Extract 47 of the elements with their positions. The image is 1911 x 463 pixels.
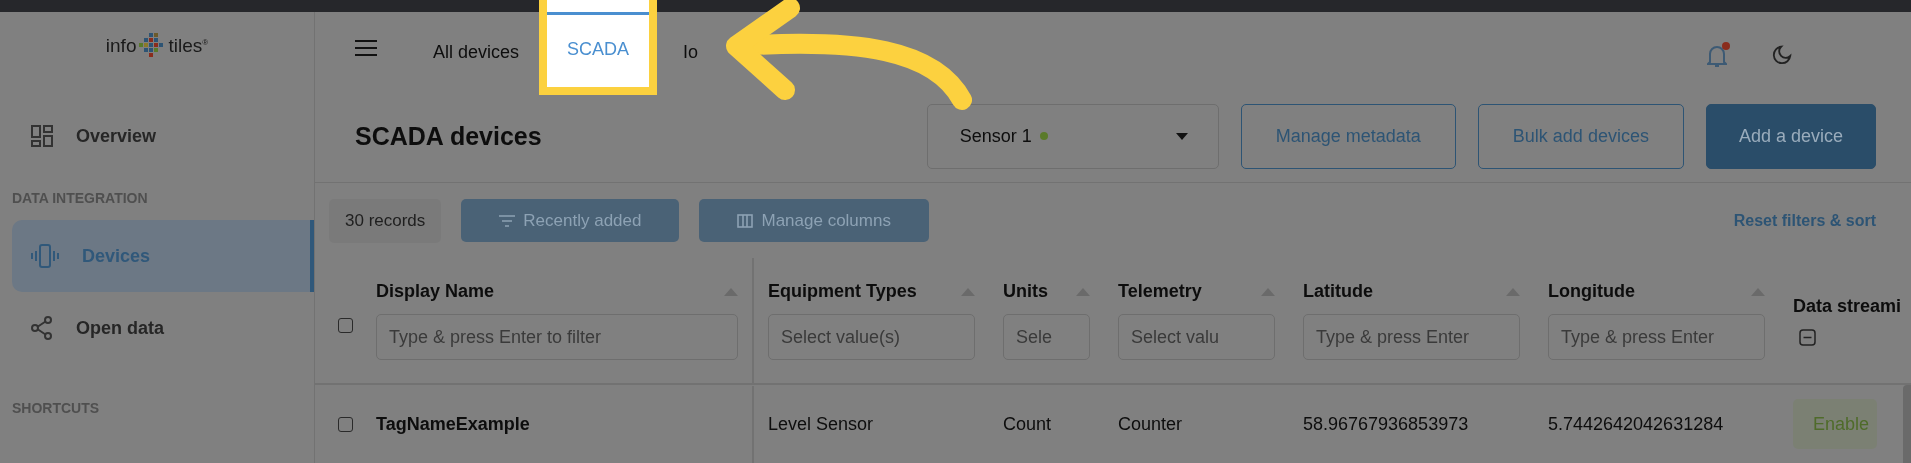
filter-field[interactable]: Select valu: [1118, 314, 1275, 360]
share-icon: [30, 316, 54, 340]
sidebar-item[interactable]: Overview: [12, 100, 314, 172]
checkbox[interactable]: [338, 318, 353, 333]
add-device-button[interactable]: Add a device: [1705, 103, 1876, 169]
columns-icon: [737, 213, 754, 228]
filter-field[interactable]: Type & press Enter: [1548, 314, 1765, 360]
table-cell: Counter: [1118, 413, 1183, 435]
toolbar-button[interactable]: Manage columns: [699, 199, 929, 242]
column-header: Latitude: [1303, 281, 1373, 302]
tab[interactable]: All devices: [413, 42, 540, 63]
filter-icon: [499, 214, 516, 227]
sidebar-item[interactable]: Open data: [12, 292, 314, 364]
outline-button[interactable]: Manage metadata: [1240, 103, 1456, 169]
caret-icon: [1175, 132, 1188, 140]
column-header: Data streami: [1793, 295, 1902, 317]
column-header: Equipment Types: [768, 281, 917, 302]
select-value: Sensor 1: [959, 125, 1032, 147]
toolbar-button[interactable]: Recently added: [461, 199, 680, 242]
table-cell: TagNameExample: [376, 413, 530, 435]
column-header: Telemetry: [1118, 281, 1202, 302]
logo-text: tiles$^{®}$: [168, 35, 209, 57]
notification-bell-icon[interactable]: [1707, 44, 1727, 68]
filter-field[interactable]: Sele: [1003, 314, 1090, 360]
table-cell: Level Sensor: [768, 413, 874, 435]
menu-button[interactable]: [355, 40, 377, 56]
column-header: Display Name: [376, 281, 495, 302]
indeterminate-checkbox-icon[interactable]: [1798, 328, 1816, 346]
dashboard-icon: [30, 124, 54, 148]
filter-field[interactable]: Type & press Enter to filter: [376, 314, 738, 360]
table-cell: 5.7442642042631284: [1548, 413, 1724, 435]
filter-field[interactable]: Select value(s): [768, 314, 975, 360]
table-cell: 58.96767936853973: [1303, 413, 1469, 435]
checkbox[interactable]: [338, 416, 353, 432]
tab[interactable]: Io: [663, 42, 719, 63]
table-cell: Count: [1003, 413, 1052, 435]
column-header: Longitude: [1548, 281, 1635, 302]
logo-icon: [139, 33, 166, 59]
logo-text: info: [105, 35, 137, 57]
outline-button[interactable]: Bulk add devices: [1477, 103, 1684, 169]
filter-field[interactable]: Type & press Enter: [1303, 314, 1520, 360]
source-select[interactable]: Sensor 1: [926, 103, 1219, 169]
column-header: Units: [1003, 281, 1048, 302]
phone-vibrate-icon: [30, 243, 60, 269]
page-title: SCADA devices: [355, 121, 542, 151]
reset-link[interactable]: Reset filters & sort: [1733, 211, 1876, 230]
record-count: 30 records: [329, 198, 442, 243]
